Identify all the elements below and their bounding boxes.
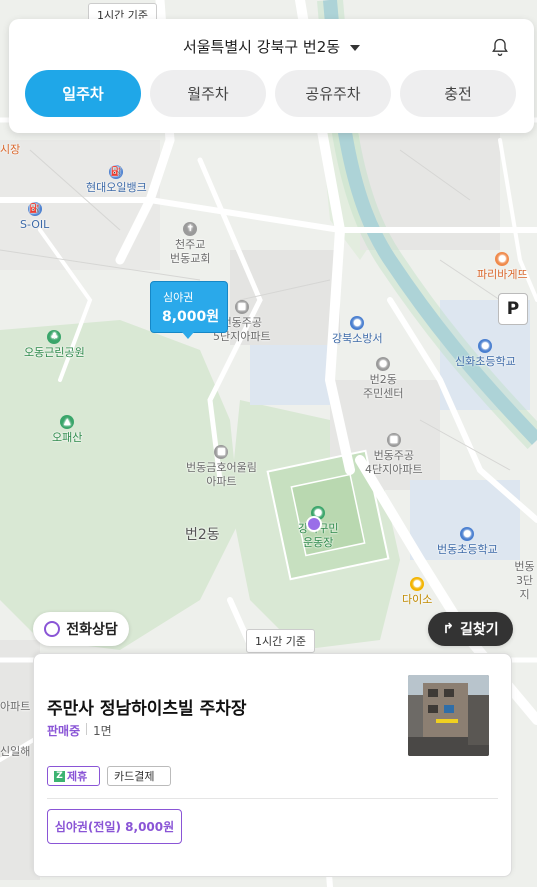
pin-ticket-type: 심야권 bbox=[163, 291, 194, 304]
building-icon: ■ bbox=[234, 300, 249, 314]
poi-odong-park[interactable]: ♣ 오동근린공원 bbox=[24, 330, 85, 360]
poi-fire-station[interactable]: ● 강북소방서 bbox=[332, 316, 383, 346]
park-icon: ♣ bbox=[47, 330, 62, 344]
parking-lot-card[interactable]: 주만사 정남하이츠빌 주차장 판매중 1면 Z 제휴 카드결제 심야권(전일) 8… bbox=[33, 653, 512, 877]
time-label: 1시간 기준 bbox=[246, 629, 315, 653]
tab-charging[interactable]: 충전 bbox=[400, 70, 516, 117]
parking-type-tabs: 일주차 월주차 공유주차 충전 bbox=[25, 70, 516, 117]
bakery-icon: ● bbox=[495, 252, 510, 266]
partner-logo-icon: Z bbox=[54, 770, 65, 782]
tab-monthly[interactable]: 월주차 bbox=[150, 70, 266, 117]
top-header: 서울특별시 강북구 번2동 일주차 월주차 공유주차 충전 bbox=[9, 19, 534, 133]
card-payment-tag: 카드결제 bbox=[107, 766, 171, 786]
poi-church[interactable]: ✝ 천주교 번동교회 bbox=[170, 222, 210, 266]
poi-apartment-3[interactable]: 번동 3단지 bbox=[512, 560, 537, 602]
turn-right-arrow-icon: ↱ bbox=[442, 621, 455, 637]
parking-lot-name: 주만사 정남하이츠빌 주차장 bbox=[47, 699, 247, 719]
current-location-marker bbox=[306, 516, 322, 532]
poi-beondong-school[interactable]: ● 번동초등학교 bbox=[437, 527, 498, 557]
building-icon: ■ bbox=[214, 445, 229, 459]
parking-lot-photo[interactable] bbox=[408, 675, 489, 756]
call-consult-button[interactable]: 전화상담 bbox=[33, 612, 129, 646]
pin-price: 8,000원 bbox=[162, 309, 220, 325]
shop-icon: ● bbox=[410, 577, 425, 591]
location-label: 서울특별시 강북구 번2동 bbox=[182, 38, 341, 56]
poi-opaesan[interactable]: ▲ 오패산 bbox=[52, 415, 82, 445]
building-icon: ■ bbox=[386, 433, 401, 447]
poi-apartment-4[interactable]: ■ 번동주공 4단지아파트 bbox=[365, 433, 423, 477]
tab-daily[interactable]: 일주차 bbox=[25, 70, 141, 117]
bell-icon[interactable] bbox=[490, 37, 510, 57]
directions-button[interactable]: ↱ 길찾기 bbox=[428, 612, 513, 646]
poi-sinhwa-school[interactable]: ● 신화초등학교 bbox=[455, 339, 516, 369]
gas-station-icon: ⛽ bbox=[27, 202, 42, 216]
poi-hyundai-oilbank[interactable]: ⛽ 현대오일뱅크 bbox=[86, 165, 147, 195]
mountain-icon: ▲ bbox=[60, 415, 75, 429]
poi-sinil[interactable]: 신일해 bbox=[0, 745, 30, 759]
tab-shared[interactable]: 공유주차 bbox=[275, 70, 391, 117]
church-icon: ✝ bbox=[183, 222, 198, 236]
gas-station-icon: ⛽ bbox=[109, 165, 124, 179]
poi-community-center[interactable]: ● 번2동 주민센터 bbox=[363, 357, 403, 401]
district-label: 번2동 bbox=[185, 527, 220, 543]
location-selector[interactable]: 서울특별시 강북구 번2동 bbox=[9, 36, 534, 57]
fire-station-icon: ● bbox=[350, 316, 365, 330]
phone-icon bbox=[44, 621, 61, 637]
school-icon: ● bbox=[460, 527, 475, 541]
card-divider bbox=[47, 798, 498, 799]
parking-marker[interactable]: P bbox=[498, 293, 528, 325]
space-count: 1면 bbox=[93, 724, 112, 738]
pin-tail bbox=[182, 332, 194, 339]
ticket-option[interactable]: 심야권(전일) 8,000원 bbox=[47, 809, 182, 844]
building-photo bbox=[408, 675, 489, 756]
sale-status: 판매중 bbox=[47, 724, 81, 738]
poi-apartment-left[interactable]: 아파트 bbox=[0, 700, 30, 714]
school-icon: ● bbox=[478, 339, 493, 353]
poi-paris-baguette[interactable]: ● 파리바게뜨 bbox=[477, 252, 528, 282]
building-icon: ● bbox=[376, 357, 391, 371]
partner-tag: Z 제휴 bbox=[47, 766, 100, 786]
poi-daiso[interactable]: ● 다이소 bbox=[402, 577, 432, 607]
caret-down-icon bbox=[350, 44, 361, 51]
poi-market[interactable]: 시장 bbox=[0, 143, 20, 157]
poi-s-oil[interactable]: ⛽ S-OIL bbox=[20, 202, 49, 232]
poi-kumho-apartment[interactable]: ■ 번동금호어울림 아파트 bbox=[186, 445, 257, 489]
divider bbox=[86, 723, 87, 735]
price-pin[interactable]: 심야권 8,000원 bbox=[150, 281, 228, 339]
